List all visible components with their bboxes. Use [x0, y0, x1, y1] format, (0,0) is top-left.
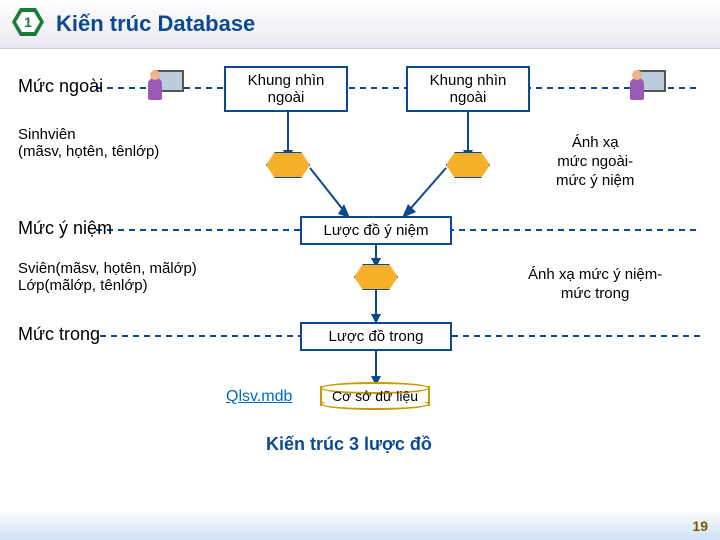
title-bar: 1 Kiến trúc Database [0, 0, 720, 49]
internal-schema-box: Lược đồ trong [300, 322, 452, 351]
database-file-link[interactable]: Qlsv.mdb [226, 388, 292, 406]
user-at-computer-icon [146, 64, 194, 112]
external-schema-example: Sinhviên (mãsv, họtên, tênlớp) [18, 126, 159, 160]
external-view-box-1: Khung nhìn ngoài [224, 66, 348, 112]
mapping-hex-icon [354, 264, 398, 290]
conceptual-schema-example: Sviên(mãsv, họtên, mãlớp) Lớp(mãlớp, tên… [18, 260, 197, 294]
section-number: 1 [16, 12, 40, 32]
diagram-canvas: Mức ngoài Sinhviên (mãsv, họtên, tênlớp)… [0, 48, 720, 500]
section-badge: 1 [12, 8, 44, 40]
database-cylinder-icon: Cơ sở dữ liệu [320, 382, 430, 410]
mapping-conceptual-internal: Ánh xạ mức ý niệm- mức trong [528, 266, 662, 304]
mapping-external-conceptual: Ánh xạ mức ngoài- mức ý niệm [556, 134, 634, 190]
footer-bar: 19 [0, 510, 720, 540]
mapping-hex-icon [266, 152, 310, 178]
level-internal-label: Mức trong [18, 324, 100, 345]
conceptual-schema-box: Lược đồ ý niệm [300, 216, 452, 245]
database-label: Cơ sở dữ liệu [320, 388, 430, 404]
mapping-hex-icon [446, 152, 490, 178]
page-number: 19 [692, 518, 708, 534]
level-conceptual-label: Mức ý niệm [18, 218, 112, 239]
page-title: Kiến trúc Database [56, 11, 255, 37]
diagram-caption: Kiến trúc 3 lược đồ [266, 434, 432, 455]
level-external-label: Mức ngoài [18, 76, 103, 97]
external-view-box-2: Khung nhìn ngoài [406, 66, 530, 112]
user-at-computer-icon [628, 64, 676, 112]
